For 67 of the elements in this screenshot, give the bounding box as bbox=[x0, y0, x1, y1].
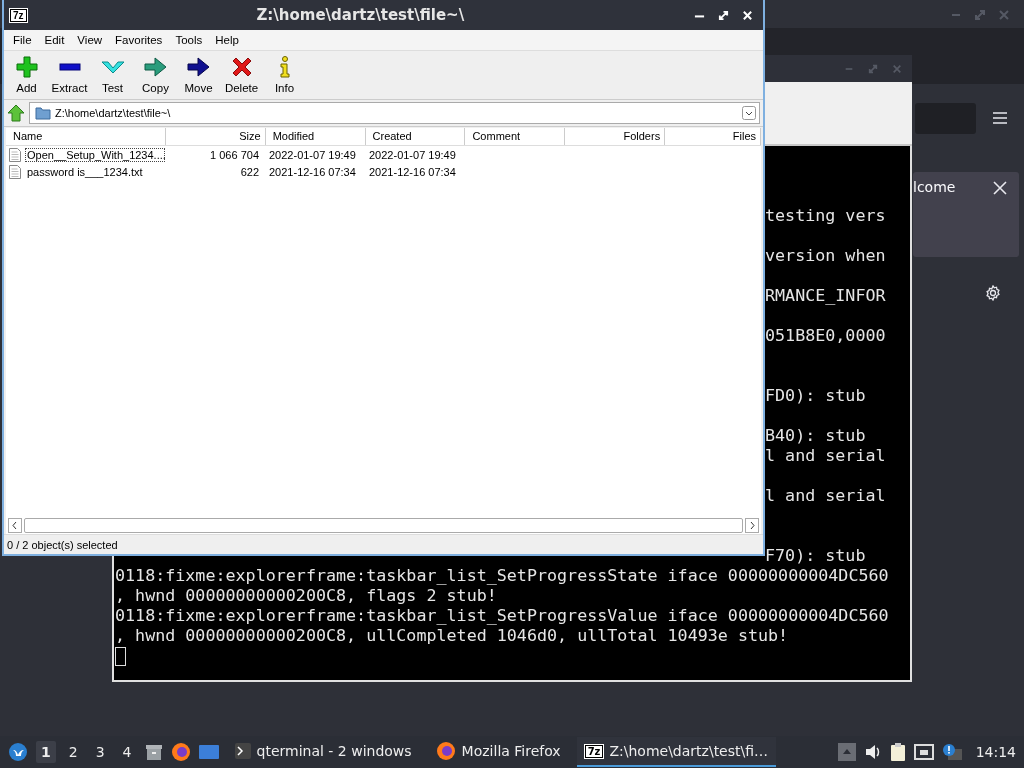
toolbar-button[interactable]: Delete bbox=[220, 51, 263, 99]
taskbar-button[interactable]: 7z Z:\home\dartz\test\fi… bbox=[576, 737, 777, 767]
network-icon[interactable] bbox=[913, 743, 934, 761]
clock: 14:14 bbox=[975, 744, 1016, 760]
path-field[interactable]: Z:\home\dartz\test\file~\ bbox=[29, 102, 760, 124]
toolbar-button[interactable]: Extract bbox=[48, 51, 91, 99]
menu-item[interactable]: View bbox=[71, 34, 110, 46]
table-cell-text: 2022-01-07 19:49 bbox=[268, 148, 357, 161]
speaker-icon[interactable] bbox=[863, 743, 882, 761]
file-name[interactable]: Open__Setup_With_1234.... bbox=[25, 147, 165, 162]
scroll-right-icon[interactable] bbox=[745, 517, 759, 533]
menu-item[interactable]: Edit bbox=[38, 34, 72, 46]
dropdown-icon[interactable] bbox=[742, 106, 756, 120]
toolbar-button[interactable]: Move bbox=[177, 51, 220, 99]
desktop-switch[interactable]: 1 bbox=[36, 741, 56, 763]
status-text: 0 / 2 object(s) selected bbox=[7, 538, 118, 551]
scroll-left-icon[interactable] bbox=[8, 517, 22, 533]
text-cursor bbox=[115, 647, 126, 666]
menu-icon[interactable] bbox=[993, 112, 1007, 124]
column-header[interactable]: Size bbox=[165, 128, 266, 145]
column-header[interactable]: Created bbox=[365, 128, 466, 145]
file-cabinet-icon[interactable] bbox=[144, 743, 163, 761]
bird-icon[interactable] bbox=[8, 742, 28, 762]
file-icon bbox=[9, 147, 21, 162]
toolbar-button[interactable]: Test bbox=[91, 51, 134, 99]
window-icon[interactable] bbox=[198, 743, 219, 761]
desktop-switch[interactable]: 2 bbox=[63, 741, 83, 763]
toolbar-button[interactable]: Copy bbox=[134, 51, 177, 99]
up-arrow-icon[interactable] bbox=[7, 104, 25, 122]
folder-icon bbox=[35, 106, 51, 120]
settings-icon[interactable] bbox=[985, 285, 1001, 301]
notification-text: lcome bbox=[913, 179, 956, 195]
column-header[interactable]: Files bbox=[665, 128, 762, 145]
app-logo: 7z bbox=[584, 744, 604, 758]
taskbar-button[interactable]: Mozilla Firefox bbox=[427, 737, 569, 767]
menu-item[interactable]: Tools bbox=[169, 34, 210, 46]
menu-item[interactable]: Favorites bbox=[109, 34, 170, 46]
column-header[interactable]: Name bbox=[6, 128, 166, 145]
menu-item[interactable]: Help bbox=[209, 34, 246, 46]
alert-icon[interactable] bbox=[941, 743, 962, 761]
toolbar-button[interactable]: Info bbox=[263, 51, 306, 99]
app-logo: 7z bbox=[10, 8, 27, 22]
file-name[interactable]: password is___1234.txt bbox=[25, 164, 165, 179]
desktop-switch[interactable]: 3 bbox=[90, 741, 110, 763]
table-cell-text: 1 066 704 bbox=[209, 148, 260, 161]
desktop-switch[interactable]: 4 bbox=[117, 741, 137, 763]
taskbar-button[interactable]: qterminal - 2 windows bbox=[226, 737, 420, 767]
column-header[interactable]: Folders bbox=[565, 128, 666, 145]
table-cell-text: 2021-12-16 07:34 bbox=[268, 165, 357, 178]
firefox-icon bbox=[435, 741, 456, 761]
file-icon bbox=[9, 164, 21, 179]
plus-icon bbox=[14, 55, 39, 79]
arrow-icon bbox=[143, 55, 168, 79]
terminal-icon bbox=[234, 743, 251, 759]
clipboard-icon[interactable] bbox=[889, 742, 906, 762]
terminal-output: 0118:fixme:explorerframe:taskbar_list_SetProgressState iface 00000000004DC560 , hwnd 00000000000200C8, flags 2 stub! 0118:fixme:explorerframe:taskbar_list_SetProgressValue iface 00000000004DC560 , hwnd 00000000000200C8, ullCompleted 1046d0, ullTotal 10493e stub! bbox=[114, 565, 890, 645]
firefox-icon[interactable] bbox=[170, 742, 191, 762]
toolbar-button[interactable]: Add bbox=[5, 51, 48, 99]
column-header[interactable]: Modified bbox=[265, 128, 366, 145]
table-cell-text: 2022-01-07 19:49 bbox=[368, 148, 457, 161]
window-title: Z:\home\dartz\test\file~\ bbox=[255, 6, 466, 24]
table-cell-text: 2021-12-16 07:34 bbox=[368, 165, 457, 178]
table-cell-text: 622 bbox=[239, 165, 260, 178]
terminal-output: testing vers version when RMANCE_INFOR 051B8E0,0000 FD0): stub B40): stub l and serial l and serial F70): stub bbox=[765, 205, 886, 565]
arrow-icon bbox=[186, 55, 211, 79]
column-header[interactable]: Comment bbox=[465, 128, 566, 145]
menu-item[interactable]: File bbox=[7, 34, 39, 46]
